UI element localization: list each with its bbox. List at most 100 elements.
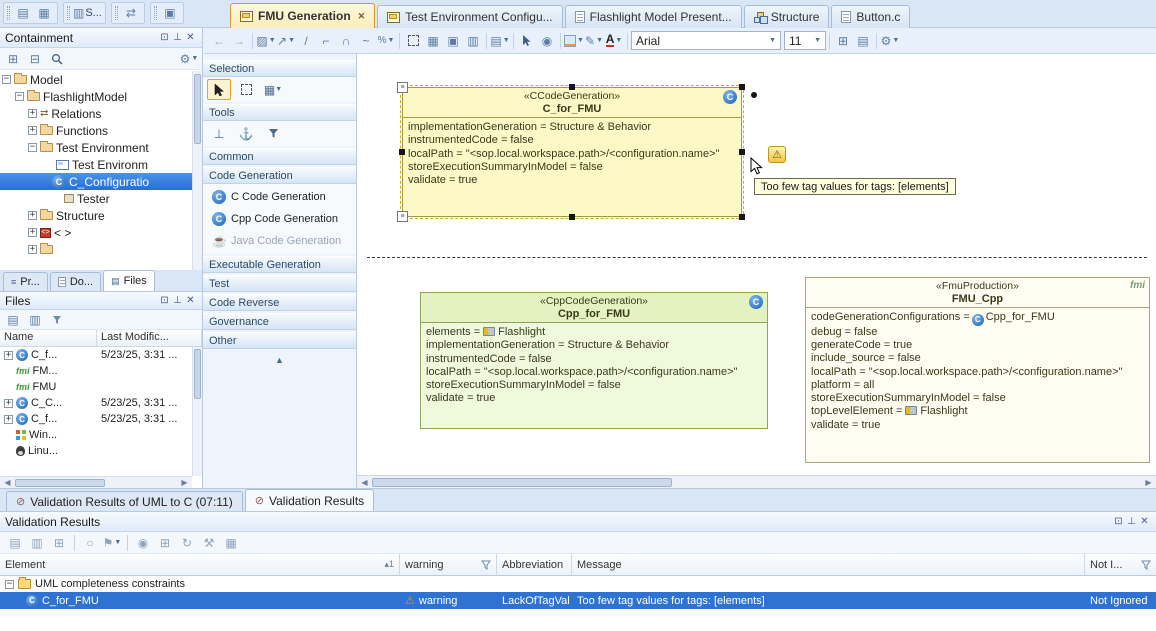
file-row[interactable]: FM... [0, 363, 202, 379]
selection-rect-button[interactable] [403, 31, 423, 51]
tree-item-partial[interactable]: + [0, 241, 192, 258]
expand-icon[interactable]: + [4, 399, 13, 408]
tree-item-functions[interactable]: + Functions [0, 122, 192, 139]
multi-select-button[interactable]: ▦▼ [261, 79, 285, 100]
palette-section-executable-generation[interactable]: Executable Generation [203, 256, 356, 273]
class-fmu-cpp[interactable]: «FmuProduction» FMU_Cpp codeGenerationCo… [805, 277, 1150, 463]
tree-item-c-configuration[interactable]: C_Configuratio [0, 173, 192, 190]
grip-handle[interactable] [154, 6, 157, 20]
tree-item-test-environment[interactable]: − Test Environment [0, 139, 192, 156]
filter-icon[interactable] [481, 560, 491, 570]
tab-validation-results-uml-to-c[interactable]: ⊘ Validation Results of UML to C (07:11) [6, 491, 243, 511]
collapse-icon[interactable]: − [5, 580, 14, 589]
insert-table-button[interactable]: ⊞ [833, 31, 853, 51]
palette-section-tools[interactable]: Tools [203, 104, 356, 121]
scroll-left-icon[interactable]: ◀ [357, 478, 372, 487]
export-button[interactable]: ▤ [5, 533, 25, 553]
palette-section-governance[interactable]: Governance [203, 313, 356, 330]
expand-icon[interactable]: + [28, 211, 37, 220]
tree-item-flashlightmodel[interactable]: − FlashlightModel [0, 88, 192, 105]
expand-icon[interactable]: + [4, 351, 13, 360]
sticky-tool-button[interactable]: ⊥ [207, 123, 231, 144]
grip-handle[interactable] [7, 6, 10, 20]
pin-panel-icon[interactable]: ⊥ [1125, 516, 1138, 527]
resize-handle-s[interactable] [569, 214, 575, 220]
tree-item-tester[interactable]: Tester [0, 190, 192, 207]
column-header-last-modified[interactable]: Last Modific... [97, 330, 202, 346]
new-document-button[interactable]: ▤▼ [490, 31, 510, 51]
palette-item-cpp-code-generation[interactable]: Cpp Code Generation [203, 208, 356, 230]
file-row[interactable]: +C_f... 5/23/25, 3:31 ... [0, 347, 202, 363]
collapse-all-button[interactable]: ⊟ [25, 49, 45, 69]
compartment-handle-icon[interactable]: ≡ [397, 82, 408, 93]
style-tool-button[interactable]: ▨▼ [256, 31, 276, 51]
scrollbar-thumb[interactable] [194, 74, 201, 144]
expand-nodes-button[interactable]: ⊞ [155, 533, 175, 553]
tab-properties[interactable]: ≡ Pr... [3, 272, 48, 291]
float-panel-icon[interactable]: ⊡ [158, 32, 171, 43]
palette-item-c-code-generation[interactable]: C Code Generation [203, 186, 356, 208]
search-button[interactable] [47, 49, 67, 69]
tree-item-relations[interactable]: + ⇄ Relations [0, 105, 192, 122]
validation-warning-marker[interactable]: ⚠ [768, 146, 786, 163]
pointer-mode-button[interactable] [517, 31, 537, 51]
oblique-path-button[interactable]: / [296, 31, 316, 51]
expand-icon[interactable]: + [28, 228, 37, 237]
tab-structure[interactable]: Structure [744, 5, 830, 28]
tab-flashlight-model-presentation[interactable]: Flashlight Model Present... [565, 5, 742, 28]
columns-button[interactable]: ▥ [27, 533, 47, 553]
file-row[interactable]: Win... [0, 427, 202, 443]
fullscreen-button[interactable]: ▣ [160, 3, 180, 23]
validation-result-row[interactable]: C_for_FMU ⚠ warning LackOfTagVal Too few… [0, 592, 1156, 609]
expand-icon[interactable]: + [4, 415, 13, 424]
palette-section-other[interactable]: Other [203, 332, 356, 349]
font-color-button[interactable]: A▼ [604, 31, 624, 51]
perspective-button[interactable]: ▥S... [73, 3, 102, 23]
validation-group-row[interactable]: − UML completeness constraints [0, 576, 1156, 592]
column-header-name[interactable]: Name [0, 330, 97, 346]
layout-button[interactable]: ⇄ [121, 3, 141, 23]
compartment-handle-icon[interactable]: ≡ [397, 211, 408, 222]
tree-item-structure[interactable]: + Structure [0, 207, 192, 224]
font-family-select[interactable]: Arial ▼ [631, 31, 781, 50]
collapse-icon[interactable]: − [28, 143, 37, 152]
tab-button-c[interactable]: Button.c [831, 5, 910, 28]
show-hide-button[interactable]: ◉ [537, 31, 557, 51]
open-report-button[interactable]: ▦ [221, 533, 241, 553]
tree-item-model[interactable]: − Model [0, 71, 192, 88]
file-row[interactable]: Linu... [0, 443, 202, 459]
open-project-button[interactable]: ▦ [34, 3, 54, 23]
tab-documentation[interactable]: Do... [50, 272, 101, 291]
tab-test-environment-configuration[interactable]: Test Environment Configu... [377, 5, 562, 28]
expand-icon[interactable]: + [28, 126, 37, 135]
tree-item-test-environm-diagram[interactable]: Test Environm [0, 156, 192, 173]
column-header-element[interactable]: Element ▴1 [0, 554, 400, 576]
palette-scroll-up-icon[interactable]: ▲ [203, 355, 356, 365]
class-cpp-for-fmu[interactable]: «CppCodeGeneration» Cpp_for_FMU elements… [420, 292, 768, 429]
new-project-button[interactable]: ▤ [13, 3, 33, 23]
content-frame-button[interactable]: ▥ [463, 31, 483, 51]
close-panel-icon[interactable]: ✕ [184, 295, 197, 306]
files-sort-button[interactable]: ▤ [3, 310, 23, 330]
smart-manipulator-dot[interactable] [751, 92, 757, 98]
palette-section-common[interactable]: Common [203, 148, 356, 165]
group-by-button[interactable]: ⊞ [49, 533, 69, 553]
close-tab-icon[interactable]: ✕ [358, 11, 366, 22]
dashed-separator-line[interactable] [367, 257, 1147, 258]
pointer-tool-button[interactable] [207, 79, 231, 100]
filter-flag-button[interactable]: ⚑▼ [102, 533, 122, 553]
filter-icon[interactable] [1141, 560, 1151, 570]
scroll-right-icon[interactable]: ▶ [1141, 478, 1156, 487]
font-size-select[interactable]: 11 ▼ [784, 31, 826, 50]
float-panel-icon[interactable]: ⊡ [1112, 516, 1125, 527]
palette-section-test[interactable]: Test [203, 275, 356, 292]
swimlane-tool-button[interactable] [261, 123, 285, 144]
tab-files[interactable]: ▤ Files [103, 270, 155, 291]
column-header-abbreviation[interactable]: Abbreviation [497, 554, 572, 576]
collapse-icon[interactable]: − [15, 92, 24, 101]
expand-icon[interactable]: + [28, 109, 37, 118]
image-shape-button[interactable]: ▣ [443, 31, 463, 51]
rectilinear-path-button[interactable]: ⌐ [316, 31, 336, 51]
collapse-icon[interactable]: − [2, 75, 11, 84]
diagram-canvas[interactable]: «CCodeGeneration» C_for_FMU implementati… [357, 54, 1156, 488]
